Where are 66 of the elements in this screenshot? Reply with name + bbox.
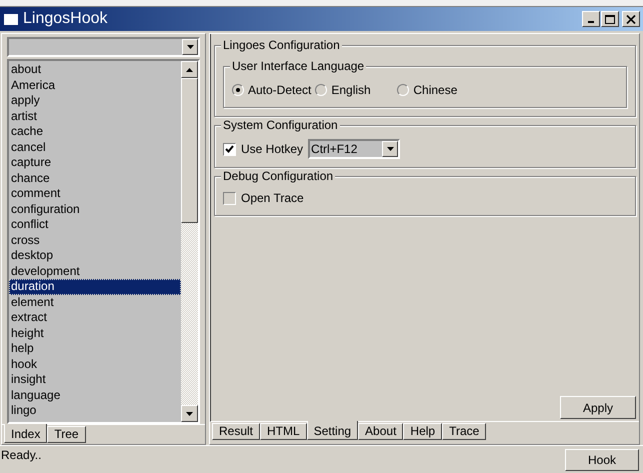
maximize-button[interactable] <box>601 11 619 27</box>
word-item[interactable]: America <box>9 78 181 93</box>
radio-button[interactable] <box>315 84 328 96</box>
checkbox-label: Open Trace <box>241 190 304 207</box>
word-item[interactable]: insight <box>9 372 181 388</box>
group-title: Debug Configuration <box>221 169 336 183</box>
panel-tab[interactable]: Tree <box>47 426 86 443</box>
radio-label: Chinese <box>413 82 458 99</box>
tab[interactable]: Result <box>212 423 260 440</box>
word-item[interactable]: help <box>9 341 181 356</box>
word-item[interactable]: lingo <box>9 403 181 418</box>
radio-label: Auto-Detect <box>248 82 312 99</box>
word-item[interactable]: development <box>9 264 181 279</box>
status-text: Ready.. <box>0 446 42 464</box>
checkbox-label: Use Hotkey <box>241 141 304 158</box>
word-item[interactable]: capture <box>9 155 181 170</box>
word-item[interactable]: artist <box>9 108 181 124</box>
minimize-button[interactable] <box>582 11 600 27</box>
radio-label: English <box>331 82 371 99</box>
tab[interactable]: Trace <box>442 423 486 440</box>
minimize-icon <box>588 21 594 23</box>
word-item[interactable]: cancel <box>9 140 181 155</box>
tab[interactable]: Setting <box>306 421 358 440</box>
apply-button[interactable]: Apply <box>560 396 636 419</box>
word-item[interactable]: cache <box>9 124 181 140</box>
window-title: LingosHook <box>23 9 108 29</box>
radio-button[interactable] <box>397 84 410 96</box>
scroll-up-icon <box>186 68 193 72</box>
word-item[interactable]: extract <box>9 310 181 326</box>
tab[interactable]: Help <box>403 423 442 440</box>
word-item[interactable]: chance <box>9 170 181 186</box>
word-item[interactable]: language <box>9 388 181 403</box>
close-icon <box>626 14 636 24</box>
word-item[interactable]: conflict <box>9 217 181 232</box>
group-title: Lingoes Configuration <box>221 38 342 52</box>
panel-tab[interactable]: Index <box>4 424 48 443</box>
word-item[interactable]: desktop <box>9 248 181 264</box>
dropdown-button[interactable] <box>382 141 398 157</box>
tab[interactable]: HTML <box>260 423 307 440</box>
search-combo[interactable] <box>7 37 200 57</box>
word-item[interactable]: cross <box>9 232 181 248</box>
radio-button[interactable] <box>232 84 244 96</box>
group-title: System Configuration <box>221 118 340 132</box>
maximize-icon <box>605 14 615 24</box>
caret-icon <box>186 45 194 49</box>
word-item[interactable]: comment <box>9 186 181 202</box>
word-item[interactable]: hook <box>9 356 181 372</box>
word-item[interactable]: element <box>9 294 181 310</box>
scrollbar[interactable] <box>181 61 198 422</box>
word-item[interactable]: apply <box>9 93 181 108</box>
word-item[interactable]: height <box>9 326 181 341</box>
word-item[interactable]: duration <box>9 279 181 294</box>
window-icon <box>3 12 19 26</box>
caret-icon <box>386 147 394 151</box>
checkbox[interactable] <box>223 142 236 156</box>
close-button[interactable] <box>622 11 640 27</box>
checkbox[interactable] <box>223 192 236 204</box>
tab[interactable]: About <box>358 423 404 440</box>
scroll-down-icon <box>186 412 193 416</box>
dropdown-button[interactable] <box>182 39 198 55</box>
group-title: User Interface Language <box>230 59 366 73</box>
word-item[interactable]: about <box>9 62 181 78</box>
hook-button[interactable]: Hook <box>565 448 639 470</box>
check-icon <box>225 145 234 153</box>
word-item[interactable]: configuration <box>9 202 181 217</box>
hotkey-combo[interactable]: Ctrl+F12 <box>308 139 400 159</box>
